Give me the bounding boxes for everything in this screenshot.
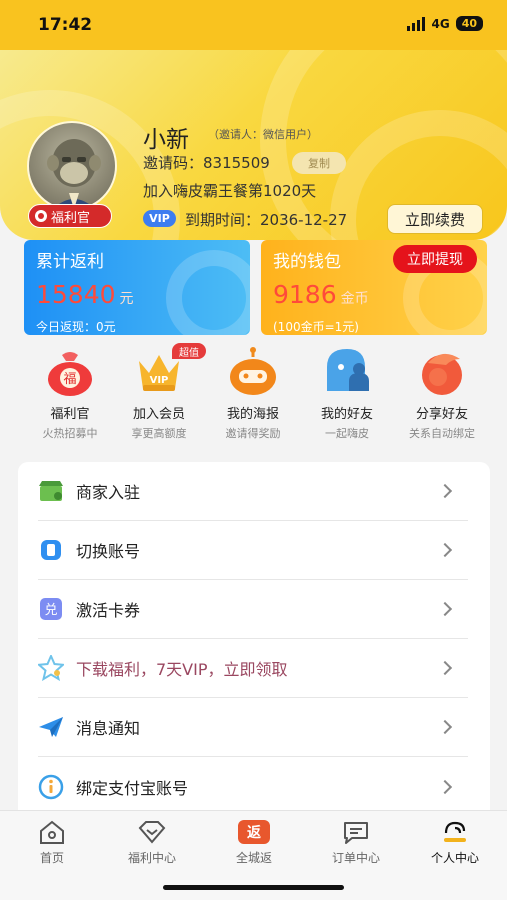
duihuan-glyph: 兑 — [44, 603, 57, 618]
quick-label: 福利官 — [50, 407, 90, 422]
menu-label: 商家入驻 — [76, 483, 141, 502]
rebate-amount-row: 15840 元 — [36, 280, 134, 309]
tab-order-center[interactable]: 订单中心 — [311, 819, 401, 866]
settings-menu: 商家入驻 切换账号 兑 激活卡券 下载福利，7天VIP，立即领取 消息通知 绑定… — [18, 462, 490, 822]
network-type: 4G — [431, 16, 450, 31]
renew-button[interactable]: 立即续费 — [387, 204, 483, 234]
quick-sub: 火热招募中 — [42, 427, 98, 440]
quick-action-share[interactable]: 分享好友 关系自动绑定 — [392, 345, 492, 441]
withdraw-button[interactable]: 立即提现 — [393, 245, 477, 273]
quick-sub: 一起嗨皮 — [325, 427, 369, 440]
friends-icon — [321, 345, 373, 397]
chevron-right-icon — [437, 542, 453, 558]
user-icon — [441, 819, 469, 845]
chevron-right-icon — [437, 779, 453, 794]
tab-label: 福利中心 — [127, 851, 176, 865]
menu-item-notifications[interactable]: 消息通知 — [38, 698, 468, 757]
menu-label: 激活卡券 — [76, 601, 141, 620]
rebate-title: 累计返利 — [36, 252, 104, 272]
switch-account-icon — [38, 537, 64, 563]
wallet-card[interactable]: 我的钱包 立即提现 9186 金币 (100金币=1元) — [261, 240, 487, 335]
poster-robot-icon — [227, 345, 279, 397]
battery-icon: 40 — [455, 16, 483, 31]
vip-expire-text: 到期时间：2036-12-27 — [185, 211, 348, 229]
order-chat-icon — [342, 819, 370, 845]
rebate-card-decoration — [166, 250, 250, 335]
quick-sub: 享更高额度 — [131, 427, 187, 440]
menu-item-download-bonus[interactable]: 下载福利，7天VIP，立即领取 — [38, 639, 468, 698]
copy-button[interactable]: 复制 — [292, 152, 346, 174]
status-indicators: 4G 40 — [407, 16, 483, 31]
nickname: 小新 — [143, 127, 189, 153]
chevron-right-icon — [437, 483, 453, 499]
wallet-title: 我的钱包 — [273, 252, 341, 272]
info-icon — [38, 774, 64, 800]
tab-city-rebate[interactable]: 返 全城返 — [209, 819, 299, 866]
tab-home[interactable]: 首页 — [7, 819, 97, 866]
quick-sub: 邀请得奖励 — [225, 427, 281, 440]
rebate-icon: 返 — [238, 819, 270, 845]
fan-glyph: 返 — [247, 824, 261, 841]
rebate-card[interactable]: 累计返利 15840 元 今日返现：0元 — [24, 240, 250, 335]
svg-text:VIP: VIP — [150, 375, 169, 386]
menu-label: 绑定支付宝账号 — [76, 778, 189, 798]
menu-label: 消息通知 — [76, 719, 141, 738]
quick-sub: 关系自动绑定 — [409, 427, 475, 440]
diamond-icon — [138, 819, 166, 845]
inviter-text: （邀请人：微信用户） — [208, 128, 318, 141]
fu-glyph: 福 — [63, 372, 76, 387]
share-icon — [416, 345, 468, 397]
status-time: 17:42 — [38, 15, 93, 35]
quick-action-join-vip[interactable]: VIP 加入会员 享更高额度 — [109, 345, 209, 441]
paper-plane-icon — [38, 714, 64, 740]
badge-label: 福利官 — [51, 210, 91, 226]
quick-label: 我的海报 — [226, 407, 279, 422]
rebate-unit: 元 — [119, 291, 134, 307]
wallet-amount: 9186 — [273, 280, 337, 309]
menu-label: 切换账号 — [76, 542, 141, 561]
chevron-right-icon — [437, 601, 453, 617]
menu-item-merchant[interactable]: 商家入驻 — [38, 462, 468, 521]
hot-value-tag: 超值 — [172, 343, 206, 359]
badge-dot-icon — [35, 210, 47, 222]
menu-item-activate-coupon[interactable]: 兑 激活卡券 — [38, 580, 468, 639]
tab-personal-center[interactable]: 个人中心 — [410, 819, 500, 866]
coupon-icon: 兑 — [38, 596, 64, 622]
chevron-right-icon — [437, 719, 453, 735]
wallet-unit: 金币 — [340, 291, 369, 307]
signal-icon — [407, 16, 426, 31]
wallet-amount-row: 9186 金币 — [273, 280, 369, 309]
home-indicator — [163, 885, 344, 890]
vip-badge: VIP — [143, 210, 176, 227]
quick-label: 加入会员 — [132, 407, 185, 422]
tab-welfare-center[interactable]: 福利中心 — [107, 819, 197, 866]
tab-label: 个人中心 — [430, 851, 479, 865]
star-icon — [38, 655, 64, 681]
menu-item-bind-alipay[interactable]: 绑定支付宝账号 — [38, 757, 468, 816]
join-days-text: 加入嗨皮霸王餐第1020天 — [143, 182, 317, 200]
chevron-right-icon — [437, 660, 453, 676]
home-icon — [38, 819, 66, 845]
quick-action-friends[interactable]: 我的好友 一起嗨皮 — [297, 345, 397, 441]
menu-item-switch-account[interactable]: 切换账号 — [38, 521, 468, 580]
fuliguan-badge[interactable]: 福利官 — [28, 204, 112, 228]
coin-rate: (100金币=1元) — [273, 320, 359, 334]
store-icon — [38, 478, 64, 504]
quick-label: 分享好友 — [415, 407, 468, 422]
lucky-bag-icon: 福 — [44, 345, 96, 397]
tab-label: 全城返 — [235, 851, 272, 865]
rebate-amount: 15840 — [36, 280, 116, 309]
invite-code: 邀请码：8315509 — [143, 154, 270, 172]
avatar[interactable] — [27, 121, 117, 211]
quick-label: 我的好友 — [320, 407, 373, 422]
quick-action-poster[interactable]: 我的海报 邀请得奖励 — [203, 345, 303, 441]
quick-action-fuliguan[interactable]: 福 福利官 火热招募中 — [20, 345, 120, 441]
today-cashback: 今日返现：0元 — [36, 320, 116, 334]
menu-label: 下载福利，7天VIP，立即领取 — [76, 660, 288, 679]
tab-label: 订单中心 — [331, 851, 380, 865]
status-bar: 17:42 4G 40 — [0, 0, 507, 50]
tab-label: 首页 — [39, 851, 64, 865]
